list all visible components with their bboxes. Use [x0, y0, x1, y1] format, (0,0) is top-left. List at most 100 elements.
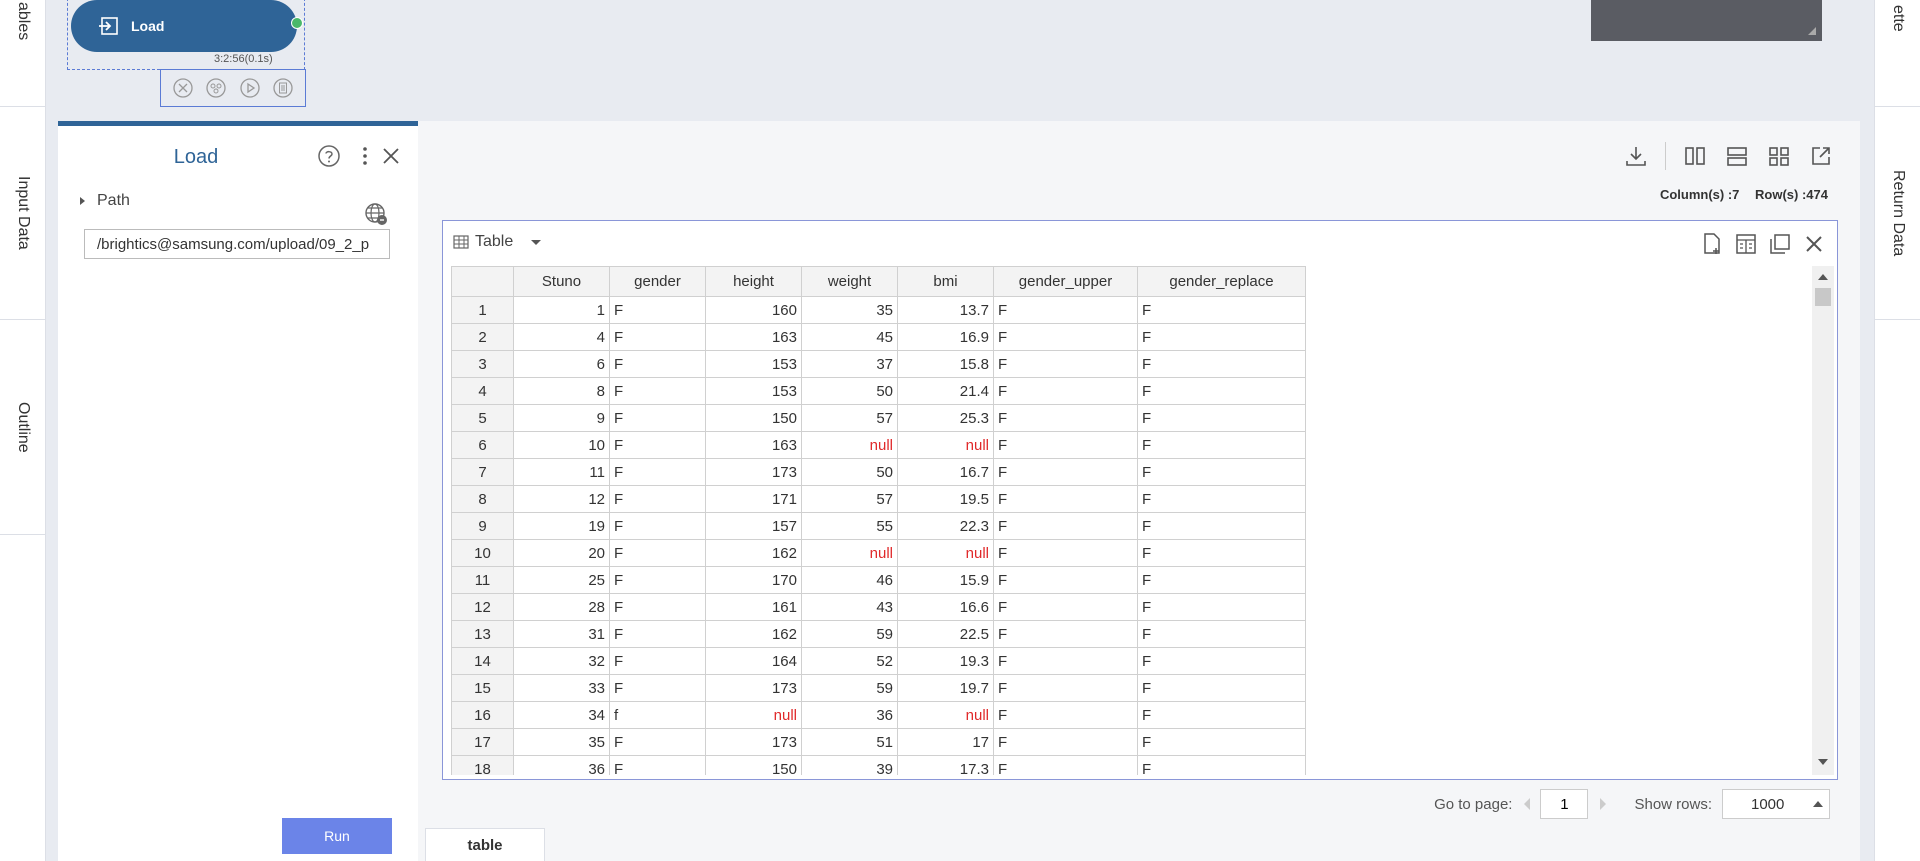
table-cell: F: [993, 323, 1138, 351]
view-type-selector[interactable]: Table: [453, 233, 542, 251]
table-row[interactable]: 13 31 F 162 59 22.5 F F: [451, 620, 1306, 648]
table-cell: F: [1137, 296, 1306, 324]
column-header[interactable]: weight: [801, 266, 898, 297]
close-table-icon[interactable]: [1801, 231, 1827, 257]
scroll-up-icon[interactable]: [1818, 274, 1828, 280]
split-horizontal-icon[interactable]: [1724, 143, 1750, 169]
table-row[interactable]: 18 36 F 150 39 17.3 F F: [451, 755, 1306, 775]
next-page-icon[interactable]: [1600, 798, 1607, 810]
popout-icon[interactable]: [1808, 143, 1834, 169]
new-file-icon[interactable]: [1699, 231, 1725, 257]
table-cell: F: [1137, 404, 1306, 432]
tab-table[interactable]: table: [425, 828, 545, 861]
minimap[interactable]: [1591, 0, 1822, 41]
table-row[interactable]: 5 9 F 150 57 25.3 F F: [451, 404, 1306, 432]
vertical-scrollbar[interactable]: [1812, 266, 1834, 775]
column-header[interactable]: height: [705, 266, 802, 297]
table-cell: F: [993, 296, 1138, 324]
download-icon[interactable]: [1623, 143, 1649, 169]
output-port[interactable]: [291, 17, 303, 29]
row-number: 9: [451, 512, 514, 540]
table-cell: F: [609, 458, 706, 486]
column-header[interactable]: bmi: [897, 266, 994, 297]
table-row[interactable]: 7 11 F 173 50 16.7 F F: [451, 458, 1306, 486]
page-input[interactable]: [1540, 789, 1589, 819]
table-cell: F: [1137, 350, 1306, 378]
help-icon[interactable]: [317, 144, 341, 168]
globe-icon[interactable]: [363, 201, 389, 227]
table-icon: [453, 235, 469, 249]
tab-input-data[interactable]: Input Data: [0, 107, 46, 320]
table-cell: 6: [513, 350, 610, 378]
table-cell: F: [1137, 512, 1306, 540]
table-row[interactable]: 16 34 f null 36 null F F: [451, 701, 1306, 729]
table-row[interactable]: 17 35 F 173 51 17 F F: [451, 728, 1306, 756]
node-label: Load: [131, 18, 165, 34]
table-row[interactable]: 11 25 F 170 46 15.9 F F: [451, 566, 1306, 594]
delete-icon[interactable]: [172, 77, 194, 99]
row-number: 3: [451, 350, 514, 378]
table-row[interactable]: 1 1 F 160 35 13.7 F F: [451, 296, 1306, 324]
split-vertical-icon[interactable]: [1682, 143, 1708, 169]
table-cell: F: [993, 431, 1138, 459]
table-cell: F: [993, 701, 1138, 729]
table-cell: F: [609, 674, 706, 702]
row-number: 4: [451, 377, 514, 405]
scroll-thumb[interactable]: [1815, 288, 1831, 306]
column-header[interactable]: gender: [609, 266, 706, 297]
table-cell: F: [1137, 620, 1306, 648]
resize-grip-icon[interactable]: [1808, 27, 1816, 35]
data-grid[interactable]: Stuno gender height weight bmi gender_up…: [451, 266, 1834, 775]
data-counts: Column(s) :7 Row(s) :474: [1648, 187, 1828, 202]
row-number: 18: [451, 755, 514, 775]
run-button[interactable]: Run: [282, 818, 392, 854]
rows-count: Row(s) :474: [1755, 187, 1828, 202]
more-vertical-icon[interactable]: [353, 144, 377, 168]
table-row[interactable]: 3 6 F 153 37 15.8 F F: [451, 350, 1306, 378]
table-cell: 50: [801, 377, 898, 405]
tab-palette[interactable]: ette: [1875, 0, 1920, 107]
column-settings-icon[interactable]: [1733, 231, 1759, 257]
table-cell: 163: [705, 431, 802, 459]
close-icon[interactable]: [379, 144, 403, 168]
show-rows-select[interactable]: 1000: [1722, 789, 1830, 819]
table-cell: F: [993, 404, 1138, 432]
table-card-toolbar: [1691, 231, 1827, 257]
tab-tables[interactable]: ables: [0, 0, 46, 107]
grid-layout-icon[interactable]: [1766, 143, 1792, 169]
table-cell: 10: [513, 431, 610, 459]
table-cell: 17.3: [897, 755, 994, 775]
prev-page-icon[interactable]: [1524, 798, 1531, 810]
table-cell: 173: [705, 728, 802, 756]
column-header[interactable]: gender_replace: [1137, 266, 1306, 297]
table-row[interactable]: 6 10 F 163 null null F F: [451, 431, 1306, 459]
table-cell: 45: [801, 323, 898, 351]
scroll-down-icon[interactable]: [1818, 759, 1828, 765]
table-row[interactable]: 10 20 F 162 null null F F: [451, 539, 1306, 567]
tab-outline[interactable]: Outline: [0, 320, 46, 535]
column-header[interactable]: gender_upper: [993, 266, 1138, 297]
copy-icon[interactable]: [1767, 231, 1793, 257]
clipboard-icon[interactable]: [272, 77, 294, 99]
column-header[interactable]: Stuno: [513, 266, 610, 297]
table-row[interactable]: 9 19 F 157 55 22.3 F F: [451, 512, 1306, 540]
path-section-toggle[interactable]: Path: [80, 192, 130, 210]
table-cell: F: [1137, 323, 1306, 351]
table-row[interactable]: 14 32 F 164 52 19.3 F F: [451, 647, 1306, 675]
table-row[interactable]: 15 33 F 173 59 19.7 F F: [451, 674, 1306, 702]
tab-return-data[interactable]: Return Data: [1875, 107, 1920, 320]
table-row[interactable]: 12 28 F 161 43 16.6 F F: [451, 593, 1306, 621]
table-cell: 15.9: [897, 566, 994, 594]
table-cell: 1: [513, 296, 610, 324]
table-cell: 35: [801, 296, 898, 324]
link-icon[interactable]: [205, 77, 227, 99]
table-row[interactable]: 8 12 F 171 57 19.5 F F: [451, 485, 1306, 513]
left-tab-rail: ables Input Data Outline: [0, 0, 46, 861]
table-cell: 19.3: [897, 647, 994, 675]
load-node[interactable]: Load: [71, 0, 303, 52]
table-row[interactable]: 2 4 F 163 45 16.9 F F: [451, 323, 1306, 351]
table-row[interactable]: 4 8 F 153 50 21.4 F F: [451, 377, 1306, 405]
play-icon[interactable]: [239, 77, 261, 99]
row-number: 5: [451, 404, 514, 432]
path-field[interactable]: [84, 229, 390, 259]
